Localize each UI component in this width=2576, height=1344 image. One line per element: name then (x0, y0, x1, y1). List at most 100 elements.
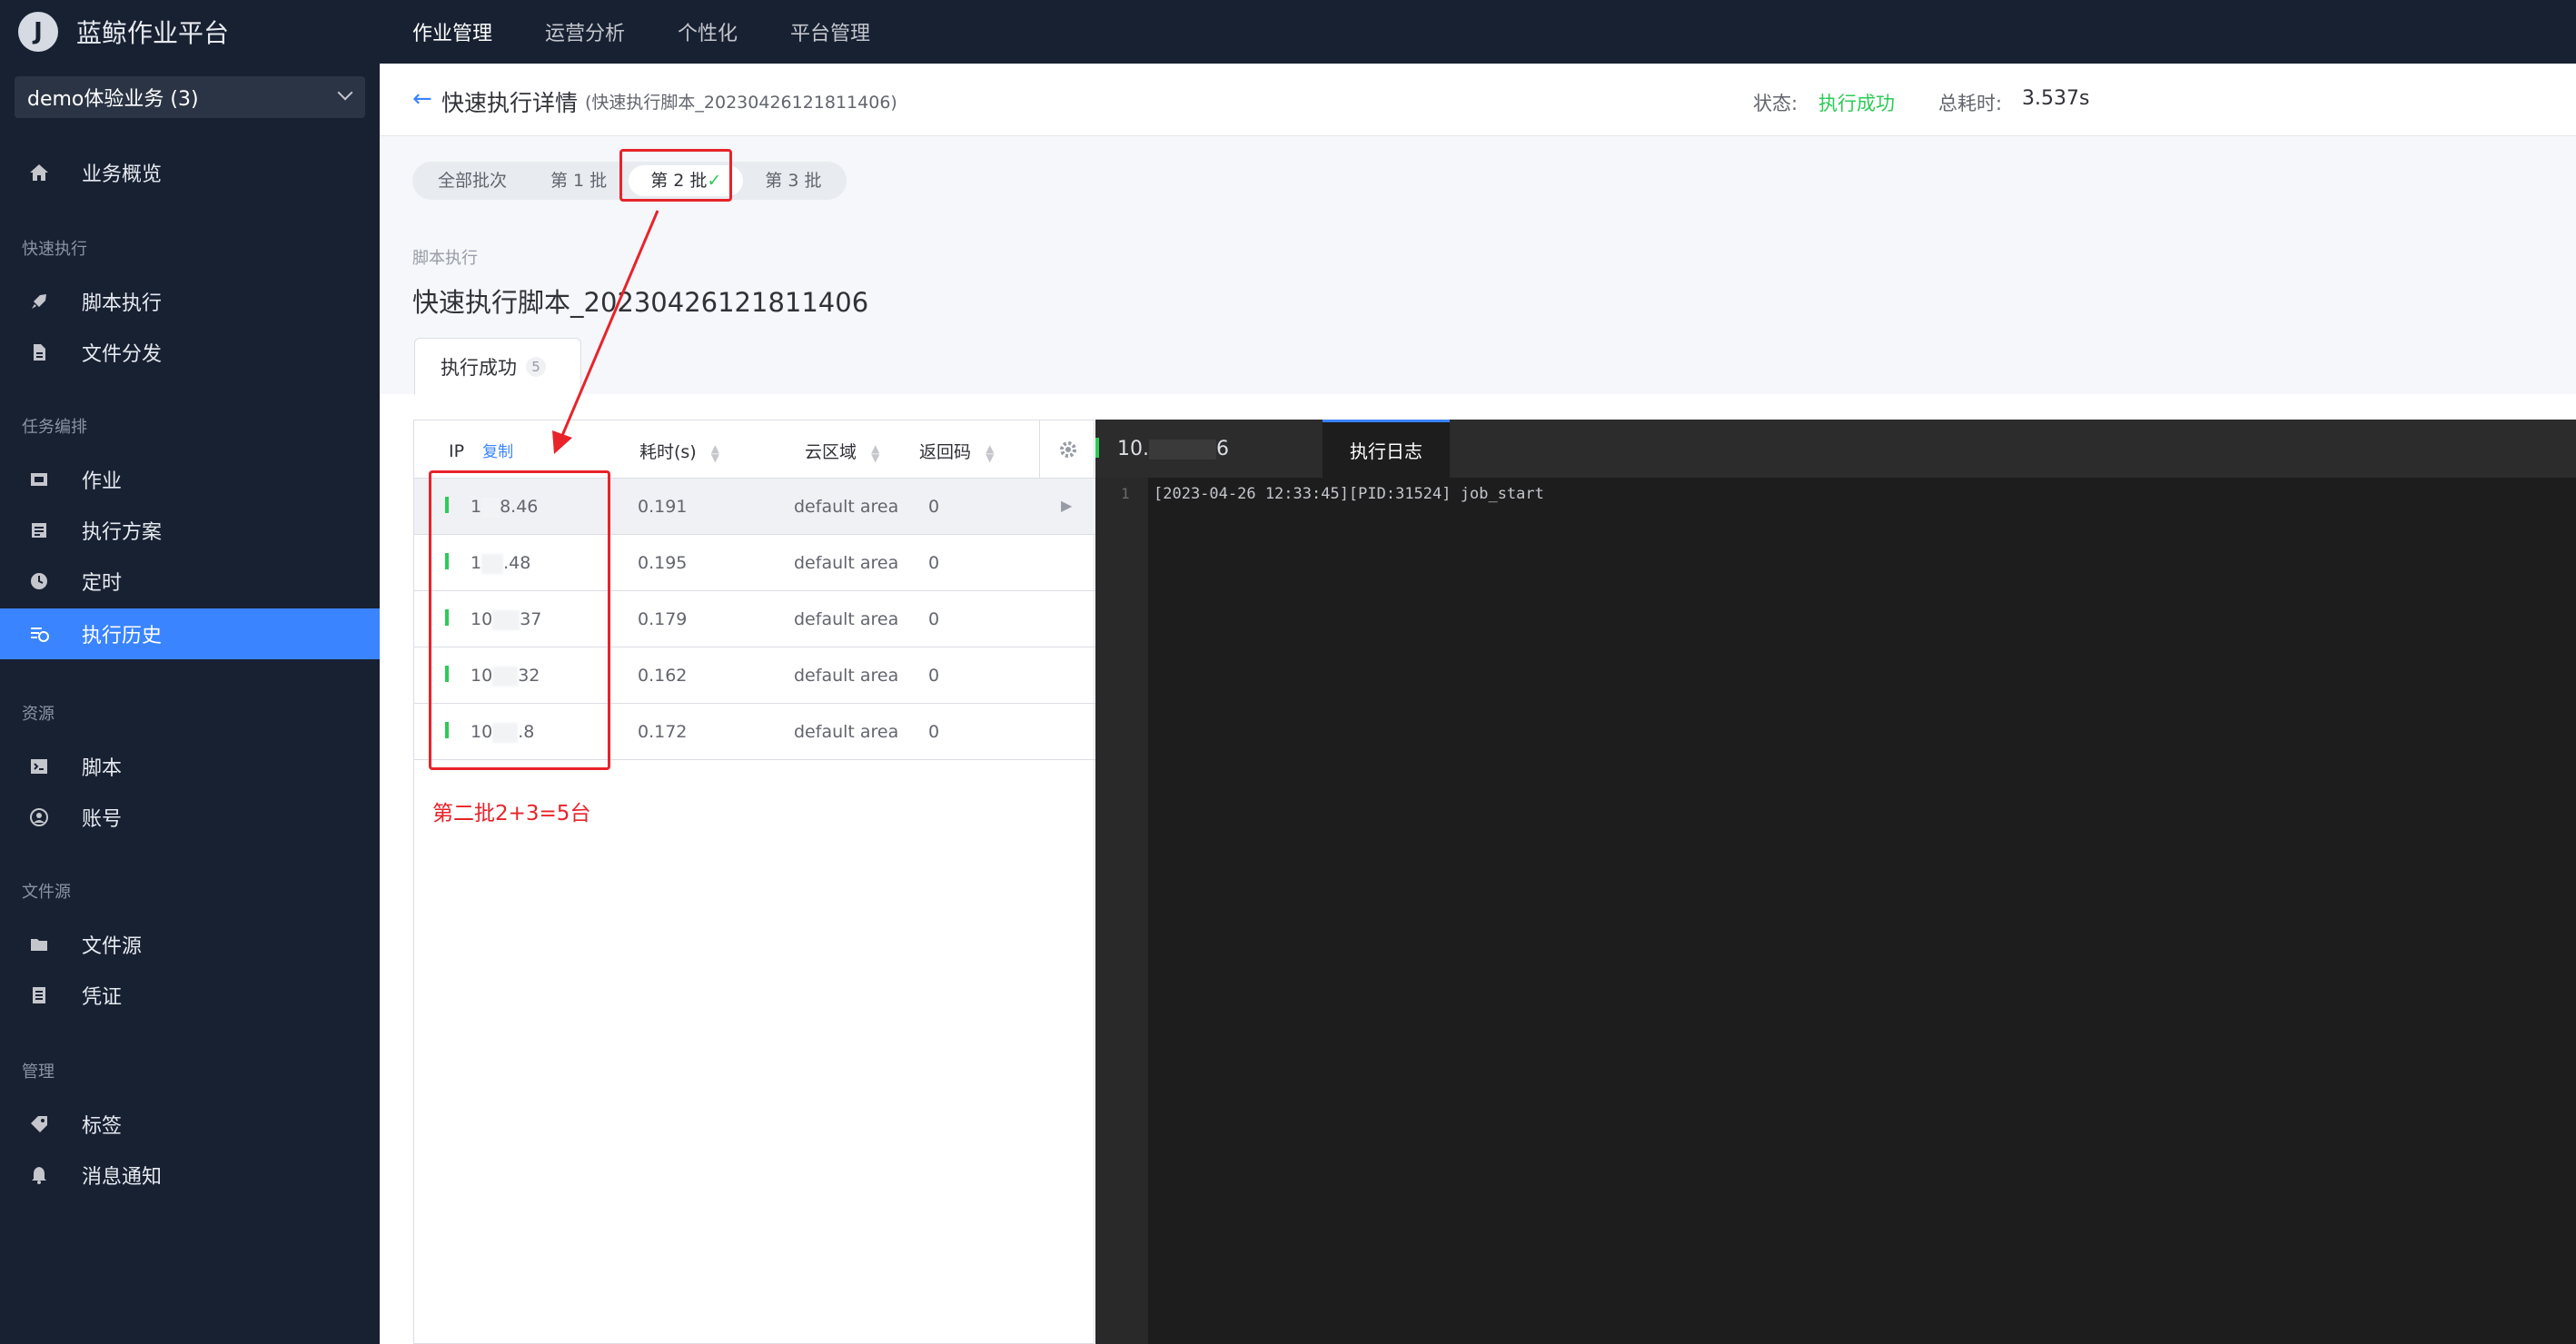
sidebar-item-label: 脚本执行 (82, 292, 163, 315)
top-navbar: J 蓝鲸作业平台 作业管理 运营分析 个性化 平台管理 (0, 0, 2576, 64)
nav-personal[interactable]: 个性化 (678, 17, 738, 46)
sidebar-item-label: 文件分发 (82, 343, 163, 366)
cell-time: 0.191 (638, 497, 688, 517)
batch-tab-all[interactable]: 全部批次 (416, 165, 529, 196)
sidebar-item-plan[interactable]: 执行方案 (0, 505, 380, 556)
cell-time: 0.195 (638, 553, 688, 573)
page-title: 快速执行详情 (441, 90, 579, 116)
annotation-box-batch (619, 149, 732, 202)
cell-code: 0 (928, 497, 940, 517)
line-number: 1 (1121, 485, 1130, 502)
column-ip: IP 复制 (449, 439, 513, 461)
cell-cloud: default area (794, 497, 899, 517)
sidebar-item-label: 执行方案 (82, 521, 163, 544)
group-title-resource: 资源 (22, 705, 54, 724)
terminal-icon (27, 755, 51, 778)
status-label: 状态: (1753, 93, 1798, 114)
column-label: 云区域 (805, 442, 857, 462)
cell-code: 0 (928, 609, 940, 629)
annotation-text: 第二批2+3=5台 (432, 802, 591, 825)
sidebar-item-notify[interactable]: 消息通知 (0, 1150, 380, 1201)
top-nav: 作业管理 运营分析 个性化 平台管理 (412, 17, 923, 46)
result-tab-label: 执行成功 (441, 356, 517, 379)
list-icon (27, 519, 51, 542)
history-icon (27, 622, 51, 646)
step-name: 快速执行脚本_20230426121811406 (412, 287, 869, 318)
play-icon[interactable]: ▶ (1061, 497, 1072, 514)
sidebar-item-file-source[interactable]: 文件源 (0, 919, 380, 970)
user-icon (27, 805, 51, 829)
job-icon (27, 468, 51, 491)
sidebar-item-script-exec[interactable]: 脚本执行 (0, 276, 380, 327)
clock-icon (27, 569, 51, 593)
sidebar-item-tag[interactable]: 标签 (0, 1099, 380, 1150)
sidebar-item-history[interactable]: 执行历史 (0, 608, 380, 659)
batch-tab-3[interactable]: 第 3 批 (743, 165, 843, 196)
cell-code: 0 (928, 666, 940, 686)
app-logo-icon: J (18, 12, 58, 52)
brand[interactable]: J 蓝鲸作业平台 (0, 12, 380, 52)
sidebar-item-script[interactable]: 脚本 (0, 741, 380, 792)
total-time-label: 总耗时: (1938, 93, 2003, 114)
file-icon (27, 341, 51, 364)
annotation-box-hosts (429, 470, 610, 770)
sidebar-item-label: 执行历史 (82, 625, 163, 647)
sidebar-item-label: 文件源 (82, 935, 143, 958)
gear-icon[interactable] (1039, 420, 1095, 479)
sidebar-item-label: 定时 (82, 572, 123, 595)
cell-time: 0.172 (638, 722, 688, 742)
cell-time: 0.162 (638, 666, 688, 686)
nav-analysis[interactable]: 运营分析 (545, 17, 625, 46)
folder-icon (27, 933, 51, 956)
cell-time: 0.179 (638, 609, 688, 629)
sort-icon[interactable]: ▲ ▼ (711, 443, 719, 463)
back-arrow-icon[interactable]: ← (412, 85, 432, 113)
log-tabs: 10. 6 执行日志 (1095, 420, 2576, 478)
page-header: ← 快速执行详情 (快速执行脚本_20230426121811406) 状态: … (380, 64, 2576, 136)
column-time[interactable]: 耗时(s) ▲ ▼ (639, 439, 719, 463)
cell-cloud: default area (794, 666, 899, 686)
sidebar-item-ticket[interactable]: 凭证 (0, 970, 380, 1021)
sort-icon[interactable]: ▲ ▼ (986, 443, 994, 463)
column-label: 耗时(s) (639, 442, 697, 462)
sidebar-item-account[interactable]: 账号 (0, 792, 380, 843)
bell-icon (27, 1163, 51, 1187)
group-title-orchestration: 任务编排 (22, 418, 87, 437)
page-subtitle: (快速执行脚本_20230426121811406) (585, 93, 897, 113)
sidebar-item-job[interactable]: 作业 (0, 454, 380, 505)
group-title-quick: 快速执行 (22, 240, 87, 259)
sidebar-item-label: 消息通知 (82, 1166, 163, 1189)
log-host-ip[interactable]: 10. 6 (1117, 438, 1229, 460)
sidebar-item-label: 凭证 (82, 986, 123, 1009)
tab-execution-log[interactable]: 执行日志 (1323, 420, 1450, 478)
log-line: [2023-04-26 12:33:45][PID:31524] job_sta… (1154, 485, 1544, 503)
ip-mask (1149, 440, 1216, 460)
sidebar-item-overview[interactable]: 业务概览 (0, 147, 380, 198)
business-select[interactable]: demo体验业务 (3) (15, 76, 365, 118)
cell-cloud: default area (794, 609, 899, 629)
copy-ip-link[interactable]: 复制 (482, 443, 513, 461)
log-gutter (1095, 478, 1148, 1344)
group-title-file-source: 文件源 (22, 883, 71, 902)
cell-cloud: default area (794, 553, 899, 573)
success-indicator (1095, 438, 1099, 458)
sort-icon[interactable]: ▲ ▼ (871, 443, 879, 463)
result-tab-success[interactable]: 执行成功 5 (414, 338, 581, 394)
status-value: 执行成功 (1818, 93, 1895, 114)
ticket-icon (27, 983, 51, 1007)
nav-job-manage[interactable]: 作业管理 (412, 17, 492, 46)
total-time-value: 3.537s (2022, 87, 2090, 110)
step-type: 脚本执行 (412, 249, 478, 268)
sidebar-item-label: 标签 (82, 1115, 123, 1138)
log-panel: 10. 6 执行日志 1 [2023-04-26 12:33:45][PID:31… (1095, 420, 2576, 1344)
sidebar-item-file-dist[interactable]: 文件分发 (0, 327, 380, 378)
batch-tab-1[interactable]: 第 1 批 (529, 165, 629, 196)
cell-code: 0 (928, 553, 940, 573)
sidebar-item-label: 脚本 (82, 757, 123, 780)
sidebar-item-cron[interactable]: 定时 (0, 556, 380, 607)
tag-icon (27, 1112, 51, 1136)
nav-platform[interactable]: 平台管理 (790, 17, 870, 46)
column-label: 返回码 (919, 442, 972, 462)
column-cloud[interactable]: 云区域 ▲ ▼ (805, 439, 879, 463)
column-code[interactable]: 返回码 ▲ ▼ (919, 439, 994, 463)
